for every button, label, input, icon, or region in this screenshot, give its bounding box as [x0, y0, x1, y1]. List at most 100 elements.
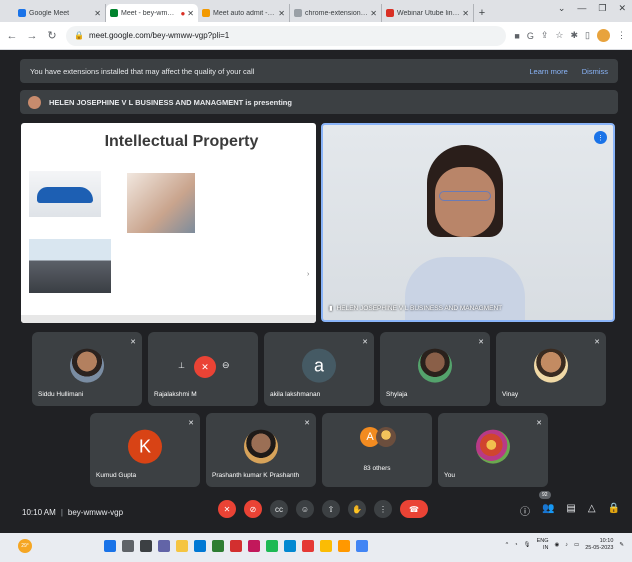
menu-kebab-icon[interactable]: ⋮: [617, 30, 626, 41]
slide-title: Intellectual Property: [104, 133, 259, 150]
bookmark-star-icon[interactable]: ☆: [555, 30, 563, 41]
taskbar-apps: [104, 540, 368, 552]
profile-avatar[interactable]: [597, 29, 610, 42]
store-icon[interactable]: [194, 540, 206, 552]
sidepanel-icon[interactable]: ▯: [585, 30, 590, 41]
task-view-icon[interactable]: [140, 540, 152, 552]
minimize-icon[interactable]: —: [577, 3, 586, 14]
minus-circle-icon[interactable]: ⊖: [222, 360, 230, 371]
participant-name: akila lakshmanan: [270, 391, 321, 398]
google-icon[interactable]: G: [527, 31, 534, 41]
new-tab-button[interactable]: +: [474, 4, 490, 22]
participant-tile[interactable]: ✕ Shylaja: [380, 332, 490, 406]
close-window-icon[interactable]: ✕: [618, 3, 626, 14]
url-input[interactable]: 🔒 meet.google.com/bey-wmww-vgp?pli=1: [66, 25, 507, 46]
close-icon[interactable]: ✕: [278, 9, 285, 18]
forward-icon[interactable]: →: [26, 30, 38, 42]
weather-icon[interactable]: 29°: [18, 539, 32, 553]
camera-indicator-icon[interactable]: ■: [514, 31, 519, 41]
close-icon[interactable]: ✕: [370, 9, 377, 18]
app-icon[interactable]: [302, 540, 314, 552]
pin-icon[interactable]: ⊥: [178, 361, 185, 370]
chevron-up-icon[interactable]: ^: [506, 542, 509, 548]
close-icon[interactable]: ✕: [462, 9, 469, 18]
edge-icon[interactable]: [212, 540, 224, 552]
extensions-icon[interactable]: ✱: [571, 30, 579, 41]
participant-tile[interactable]: ✕ K Kumud Gupta: [90, 413, 200, 487]
people-count-badge: 92: [539, 491, 551, 499]
learn-more-link[interactable]: Learn more: [529, 67, 567, 76]
host-controls-icon[interactable]: 🔒: [608, 503, 620, 518]
teams-icon[interactable]: [158, 540, 170, 552]
participant-name: Kumud Gupta: [96, 472, 137, 479]
presenter-video[interactable]: ⋮ ▮ HELEN JOSEPHINE V L BUSINESS AND MAN…: [321, 123, 615, 322]
avatar: [376, 427, 396, 447]
browser-tab[interactable]: Meet auto admit - Chron✕: [198, 4, 290, 22]
presenter-name-label: ▮ HELEN JOSEPHINE V L BUSINESS AND MANAG…: [329, 304, 503, 313]
camera-toggle-button[interactable]: ⊘: [244, 500, 262, 518]
participant-tile[interactable]: ✕ a akila lakshmanan: [264, 332, 374, 406]
chrome-icon[interactable]: [320, 540, 332, 552]
mic-off-icon[interactable]: ✕: [194, 356, 216, 378]
participant-tile[interactable]: ✕ Siddu Hullimani: [32, 332, 142, 406]
presenting-text: HELEN JOSEPHINE V L BUSINESS AND MANAGME…: [49, 97, 292, 107]
clock[interactable]: 10:10 25-05-2023: [585, 538, 613, 551]
browser-tab-active[interactable]: Meet - bey-wmww-v ● ✕: [106, 4, 198, 22]
presenter-name: HELEN JOSEPHINE V L BUSINESS AND MANAGME…: [336, 304, 503, 312]
tray-icon[interactable]: ◔: [514, 542, 517, 548]
present-button[interactable]: ⇧: [322, 500, 340, 518]
file-explorer-icon[interactable]: [176, 540, 188, 552]
url-text: meet.google.com/bey-wmww-vgp?pli=1: [88, 31, 230, 40]
notification-icon[interactable]: ✎: [619, 542, 624, 548]
chat-icon[interactable]: ▤: [566, 503, 575, 518]
more-options-button[interactable]: ⋮: [374, 500, 392, 518]
shared-screen[interactable]: Intellectual Property ›: [21, 123, 316, 323]
presenter-figure: [405, 145, 525, 320]
captions-button[interactable]: cc: [270, 500, 288, 518]
share-icon[interactable]: ⇪: [541, 30, 549, 41]
info-icon[interactable]: ⓘ: [520, 503, 530, 518]
dismiss-button[interactable]: Dismiss: [582, 67, 608, 76]
app-icon[interactable]: [230, 540, 242, 552]
participant-tile[interactable]: ✕ Prashanth kumar K Prashanth: [206, 413, 316, 487]
browser-tab[interactable]: Webinar Utube link - um✕: [382, 4, 474, 22]
spotify-icon[interactable]: [266, 540, 278, 552]
mic-off-icon: ✕: [536, 420, 542, 427]
close-icon[interactable]: ✕: [94, 9, 101, 18]
volume-icon[interactable]: ♪: [565, 542, 568, 548]
language-indicator[interactable]: ENG IN: [537, 538, 549, 551]
lock-icon[interactable]: 🔒: [74, 31, 84, 40]
browser-tab[interactable]: Google Meet ✕: [14, 4, 106, 22]
battery-icon[interactable]: ▭: [574, 542, 579, 548]
wifi-icon[interactable]: ◉: [554, 542, 559, 548]
slide-footer-bar: [21, 315, 316, 323]
meet-favicon-icon: [18, 9, 26, 17]
people-icon[interactable]: 👥: [542, 503, 554, 518]
mic-toggle-button[interactable]: ✕: [218, 500, 236, 518]
raise-hand-button[interactable]: ✋: [348, 500, 366, 518]
emoji-button[interactable]: ☺: [296, 500, 314, 518]
restore-icon[interactable]: ❐: [598, 3, 606, 14]
app-icon[interactable]: [356, 540, 368, 552]
call-controls: 10:10 AM | bey-wmww-vgp ✕ ⊘ cc ☺ ⇧ ✋ ⋮ ☎ 9…: [0, 491, 632, 533]
instagram-icon[interactable]: [248, 540, 260, 552]
others-tile[interactable]: A 83 others: [322, 413, 432, 487]
browser-tab[interactable]: chrome-extension://spo✕: [290, 4, 382, 22]
start-icon[interactable]: [104, 540, 116, 552]
participant-name: Prashanth kumar K Prashanth: [212, 472, 300, 479]
leave-call-button[interactable]: ☎: [400, 500, 428, 518]
self-tile[interactable]: ✕ You: [438, 413, 548, 487]
app-icon[interactable]: [338, 540, 350, 552]
participant-tile[interactable]: ✕ Vinay: [496, 332, 606, 406]
chevron-right-icon[interactable]: ›: [307, 271, 309, 278]
back-icon[interactable]: ←: [6, 30, 18, 42]
app-icon[interactable]: [284, 540, 296, 552]
search-icon[interactable]: [122, 540, 134, 552]
participant-tile[interactable]: ⊥ ✕ ⊖ Rajalakshmi M: [148, 332, 258, 406]
mic-off-icon: ✕: [362, 339, 368, 346]
reload-icon[interactable]: ↻: [46, 29, 58, 42]
activities-icon[interactable]: △: [588, 503, 596, 518]
tab-search-icon[interactable]: ⌄: [558, 3, 566, 14]
close-icon[interactable]: ✕: [187, 9, 194, 18]
mic-icon[interactable]: 🎙: [524, 542, 531, 548]
